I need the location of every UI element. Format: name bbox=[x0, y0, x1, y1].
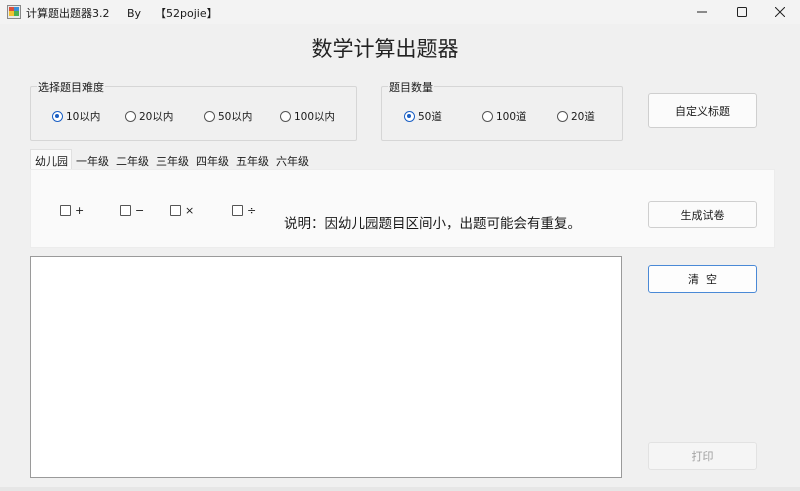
subtract-checkbox[interactable]: − bbox=[120, 204, 144, 217]
close-button[interactable] bbox=[760, 0, 800, 24]
generate-paper-button[interactable]: 生成试卷 bbox=[648, 201, 757, 228]
difficulty-option-100[interactable]: 100以内 bbox=[280, 109, 335, 124]
radio-icon bbox=[204, 111, 215, 122]
difficulty-option-50[interactable]: 50以内 bbox=[204, 109, 252, 124]
tab-grade-2[interactable]: 二年级 bbox=[112, 151, 152, 169]
difficulty-option-20[interactable]: 20以内 bbox=[125, 109, 173, 124]
window-bottom-edge bbox=[0, 487, 800, 491]
count-option-20[interactable]: 20道 bbox=[557, 109, 595, 124]
tab-grade-3[interactable]: 三年级 bbox=[152, 151, 192, 169]
output-textarea[interactable] bbox=[30, 256, 622, 478]
grade-tabs: 幼儿园 一年级 二年级 三年级 四年级 五年级 六年级 bbox=[30, 149, 312, 169]
radio-checked-icon bbox=[404, 111, 415, 122]
count-option-100[interactable]: 100道 bbox=[482, 109, 527, 124]
tab-grade-5[interactable]: 五年级 bbox=[232, 151, 272, 169]
checkbox-icon bbox=[232, 205, 243, 216]
difficulty-group-label: 选择题目难度 bbox=[37, 79, 105, 95]
page-title: 数学计算出题器 bbox=[311, 37, 459, 61]
kindergarten-note: 说明：因幼儿园题目区间小，出题可能会有重复。 bbox=[284, 216, 581, 232]
tab-grade-1[interactable]: 一年级 bbox=[72, 151, 112, 169]
checkbox-icon bbox=[170, 205, 181, 216]
checkbox-icon bbox=[120, 205, 131, 216]
close-icon bbox=[775, 7, 785, 17]
difficulty-group: 选择题目难度 10以内 20以内 50以内 100以内 bbox=[30, 79, 357, 141]
app-icon bbox=[7, 5, 21, 19]
print-button[interactable]: 打印 bbox=[648, 442, 757, 470]
radio-icon bbox=[482, 111, 493, 122]
count-option-50[interactable]: 50道 bbox=[404, 109, 442, 124]
minimize-button[interactable] bbox=[682, 0, 722, 24]
count-group: 题目数量 50道 100道 20道 bbox=[381, 79, 623, 141]
clear-button[interactable]: 清 空 bbox=[648, 265, 757, 293]
checkbox-icon bbox=[60, 205, 71, 216]
radio-icon bbox=[125, 111, 136, 122]
title-bar: 计算题出题器3.2 By 【52pojie】 bbox=[0, 0, 800, 24]
add-checkbox[interactable]: + bbox=[60, 204, 84, 217]
multiply-checkbox[interactable]: × bbox=[170, 204, 194, 217]
minimize-icon bbox=[697, 11, 707, 13]
custom-title-button[interactable]: 自定义标题 bbox=[648, 93, 757, 128]
radio-checked-icon bbox=[52, 111, 63, 122]
count-group-label: 题目数量 bbox=[388, 79, 434, 95]
tab-grade-4[interactable]: 四年级 bbox=[192, 151, 232, 169]
maximize-icon bbox=[737, 7, 747, 17]
difficulty-option-10[interactable]: 10以内 bbox=[52, 109, 100, 124]
window-title: 计算题出题器3.2 By 【52pojie】 bbox=[26, 7, 218, 20]
maximize-button[interactable] bbox=[722, 0, 762, 24]
tab-kindergarten[interactable]: 幼儿园 bbox=[30, 149, 72, 169]
divide-checkbox[interactable]: ÷ bbox=[232, 204, 256, 217]
tab-grade-6[interactable]: 六年级 bbox=[272, 151, 312, 169]
radio-icon bbox=[557, 111, 568, 122]
radio-icon bbox=[280, 111, 291, 122]
